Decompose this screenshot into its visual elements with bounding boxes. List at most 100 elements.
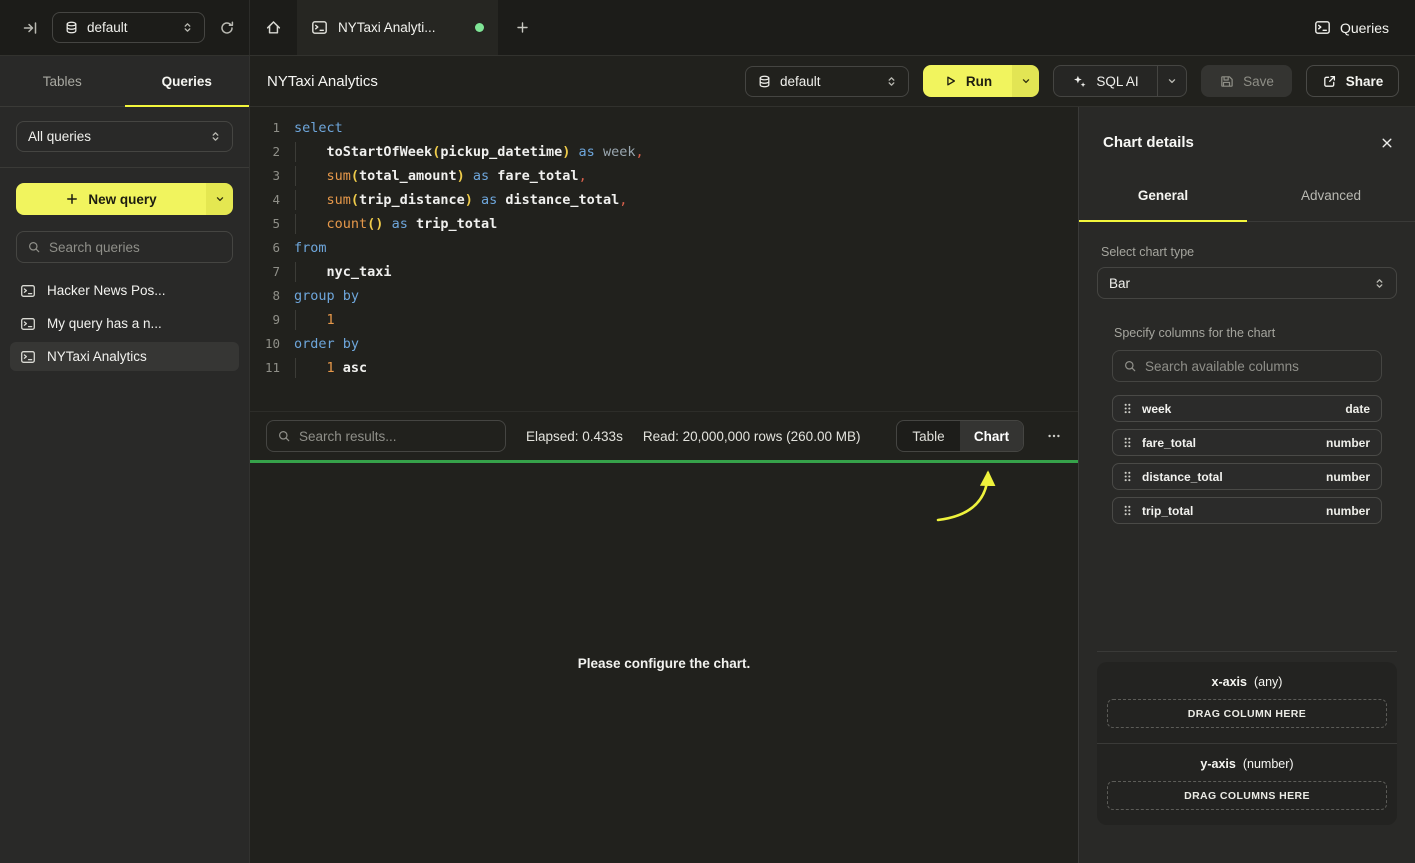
search-columns-input[interactable] [1145,359,1371,374]
save-button[interactable]: Save [1201,65,1292,97]
y-axis-section: y-axis(number) DRAG COLUMNS HERE [1097,743,1397,825]
search-results-input[interactable] [299,429,495,444]
indent-guide [295,358,296,378]
y-axis-drop-zone[interactable]: DRAG COLUMNS HERE [1107,781,1387,810]
updown-chevron-icon [1373,277,1386,290]
panel-body: Select chart type Bar Specify columns fo… [1079,222,1415,863]
code-text: 1 [280,308,335,332]
column-type: date [1345,402,1370,416]
plus-icon [65,192,79,206]
page-title: NYTaxi Analytics [267,73,378,90]
terminal-icon [20,349,36,365]
query-filter-select[interactable]: All queries [16,121,233,152]
main-toolbar: NYTaxi Analytics default [250,56,1415,107]
column-chip[interactable]: fare_total number [1112,429,1382,456]
query-list-item[interactable]: Hacker News Pos... [10,276,239,305]
code-line[interactable]: 2 toStartOfWeek(pickup_datetime) as week… [250,140,1078,164]
columns-section: Specify columns for the chart week date [1112,326,1382,524]
view-switcher: Table Chart [896,420,1024,452]
code-line[interactable]: 4 sum(trip_distance) as distance_total, [250,188,1078,212]
tab-tables[interactable]: Tables [0,56,125,106]
elapsed-time: Elapsed: 0.433s [526,429,623,444]
rows-read: Read: 20,000,000 rows (260.00 MB) [643,429,861,444]
line-number: 10 [250,332,280,356]
search-icon [277,429,291,443]
topbar-database-selector[interactable]: default [52,12,205,43]
indent-guide [295,142,296,162]
chart-type-select[interactable]: Bar [1097,267,1397,299]
chevron-down-icon [1020,75,1032,87]
terminal-icon [311,19,328,36]
run-options-button[interactable] [1012,65,1039,97]
updown-chevron-icon [885,75,898,88]
code-line[interactable]: 8group by [250,284,1078,308]
toolbar-database-selector[interactable]: default [745,66,909,97]
column-chip[interactable]: distance_total number [1112,463,1382,490]
code-text: count() as trip_total [280,212,497,236]
chart-type-value: Bar [1109,276,1365,291]
terminal-icon [20,316,36,332]
code-text: nyc_taxi [280,260,392,284]
line-number: 5 [250,212,280,236]
database-icon [64,20,79,35]
code-line[interactable]: 6from [250,236,1078,260]
code-line[interactable]: 7 nyc_taxi [250,260,1078,284]
column-chip[interactable]: trip_total number [1112,497,1382,524]
column-type: number [1326,470,1370,484]
line-number: 2 [250,140,280,164]
run-button[interactable]: Run [923,65,1012,97]
indent-guide [295,166,296,186]
share-icon [1322,74,1337,89]
queries-button-label: Queries [1340,20,1389,36]
topbar: default NYTaxi Analyti. [0,0,1415,56]
more-options-button[interactable] [1046,428,1062,444]
sql-editor[interactable]: 1select2 toStartOfWeek(pickup_datetime) … [250,107,1078,411]
search-queries-input[interactable] [49,240,222,255]
code-line[interactable]: 3 sum(total_amount) as fare_total, [250,164,1078,188]
chart-details-panel: Chart details General Advanced Select ch… [1078,107,1415,863]
x-axis-drop-zone[interactable]: DRAG COLUMN HERE [1107,699,1387,728]
close-panel-button[interactable] [1379,135,1395,151]
code-line[interactable]: 9 1 [250,308,1078,332]
main-area: NYTaxi Analytics default [250,56,1415,863]
view-tab-chart[interactable]: Chart [960,421,1023,451]
sql-ai-options-button[interactable] [1157,66,1186,96]
code-line[interactable]: 10order by [250,332,1078,356]
code-line[interactable]: 5 count() as trip_total [250,212,1078,236]
topbar-database-value: default [87,20,173,35]
new-tab-button[interactable] [498,0,546,55]
sidebar-search [16,231,233,263]
code-line[interactable]: 1select [250,116,1078,140]
new-query-menu-button[interactable] [206,183,233,215]
view-tab-table[interactable]: Table [897,421,960,451]
queries-button[interactable]: Queries [1314,19,1389,36]
line-number: 3 [250,164,280,188]
query-tab[interactable]: NYTaxi Analyti... [297,0,498,55]
share-button[interactable]: Share [1306,65,1399,97]
tab-general[interactable]: General [1079,170,1247,221]
sidebar: Tables Queries All queries New qu [0,56,250,863]
collapse-sidebar-button[interactable] [22,20,38,36]
code-text: select [280,116,343,140]
more-options-icon [1046,428,1062,444]
code-line[interactable]: 11 1 asc [250,356,1078,380]
home-icon [265,19,282,36]
code-lines: 1select2 toStartOfWeek(pickup_datetime) … [250,116,1078,380]
column-name: distance_total [1142,470,1223,484]
home-tab[interactable] [250,0,297,55]
query-list-item[interactable]: My query has a n... [10,309,239,338]
line-number: 8 [250,284,280,308]
chart-type-label: Select chart type [1101,245,1393,259]
save-icon [1219,74,1234,89]
tab-queries[interactable]: Queries [125,56,250,106]
sql-ai-button[interactable]: SQL AI [1054,66,1157,96]
tab-advanced[interactable]: Advanced [1247,170,1415,221]
code-text: toStartOfWeek(pickup_datetime) as week, [280,140,644,164]
new-query-button[interactable]: New query [16,183,206,215]
query-list-item[interactable]: NYTaxi Analytics [10,342,239,371]
code-text: from [280,236,327,260]
y-axis-label: y-axis [1200,757,1235,771]
indent-guide [295,262,296,282]
refresh-button[interactable] [219,20,235,36]
column-chip[interactable]: week date [1112,395,1382,422]
